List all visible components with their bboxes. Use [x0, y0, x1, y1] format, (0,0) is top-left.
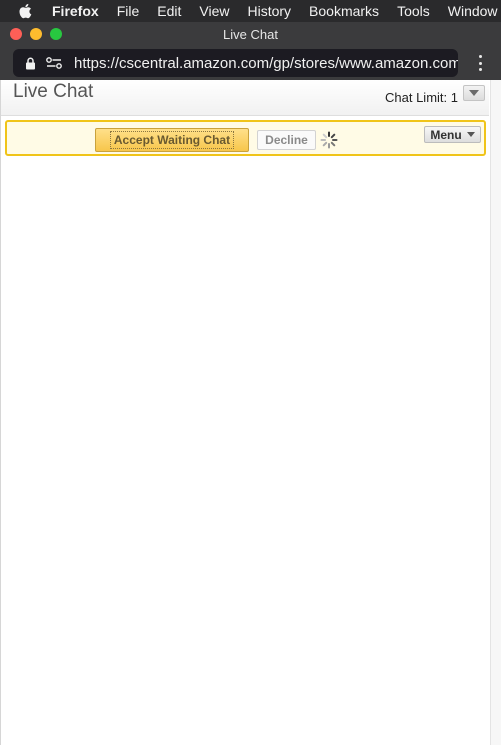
- window-title-bar: Live Chat: [0, 22, 501, 46]
- window-title: Live Chat: [223, 26, 278, 42]
- minimize-window-button[interactable]: [30, 28, 42, 40]
- address-bar[interactable]: https://cscentral.amazon.com/gp/stores/w…: [13, 49, 458, 77]
- decline-button[interactable]: Decline: [257, 130, 316, 150]
- page-scrollbar[interactable]: [490, 80, 501, 745]
- macos-menu-bar: Firefox File Edit View History Bookmarks…: [0, 0, 501, 22]
- chat-limit-dropdown[interactable]: [463, 85, 485, 101]
- menu-edit[interactable]: Edit: [157, 3, 181, 19]
- accept-button-label: Accept Waiting Chat: [109, 131, 235, 149]
- chevron-down-icon: [469, 90, 479, 96]
- navigation-toolbar: https://cscentral.amazon.com/gp/stores/w…: [0, 46, 501, 80]
- menu-view[interactable]: View: [199, 3, 229, 19]
- loading-spinner-icon: [320, 131, 338, 149]
- page-content: Live Chat Chat Limit: 1 Accept Waiting C…: [0, 80, 501, 745]
- menu-bookmarks[interactable]: Bookmarks: [309, 3, 379, 19]
- url-text[interactable]: https://cscentral.amazon.com/gp/stores/w…: [74, 55, 458, 72]
- kebab-menu-icon[interactable]: [472, 55, 488, 71]
- chevron-down-icon: [466, 132, 475, 137]
- menu-window[interactable]: Window: [448, 3, 498, 19]
- menu-button[interactable]: Menu: [424, 126, 481, 143]
- menu-history[interactable]: History: [247, 3, 291, 19]
- menu-button-label: Menu: [430, 127, 462, 142]
- page-title: Live Chat: [13, 81, 94, 102]
- apple-logo-icon[interactable]: [19, 3, 33, 19]
- maximize-window-button[interactable]: [50, 28, 62, 40]
- live-chat-header: Live Chat Chat Limit: 1: [1, 80, 489, 116]
- menu-file[interactable]: File: [117, 3, 140, 19]
- menu-firefox[interactable]: Firefox: [52, 3, 99, 19]
- waiting-chat-notice: Accept Waiting Chat Decline Menu: [5, 120, 486, 156]
- close-window-button[interactable]: [10, 28, 22, 40]
- accept-waiting-chat-button[interactable]: Accept Waiting Chat: [95, 128, 249, 152]
- menu-tools[interactable]: Tools: [397, 3, 430, 19]
- chat-limit-label: Chat Limit: 1: [385, 90, 458, 105]
- lock-icon[interactable]: [25, 57, 36, 70]
- permissions-icon[interactable]: [46, 57, 62, 69]
